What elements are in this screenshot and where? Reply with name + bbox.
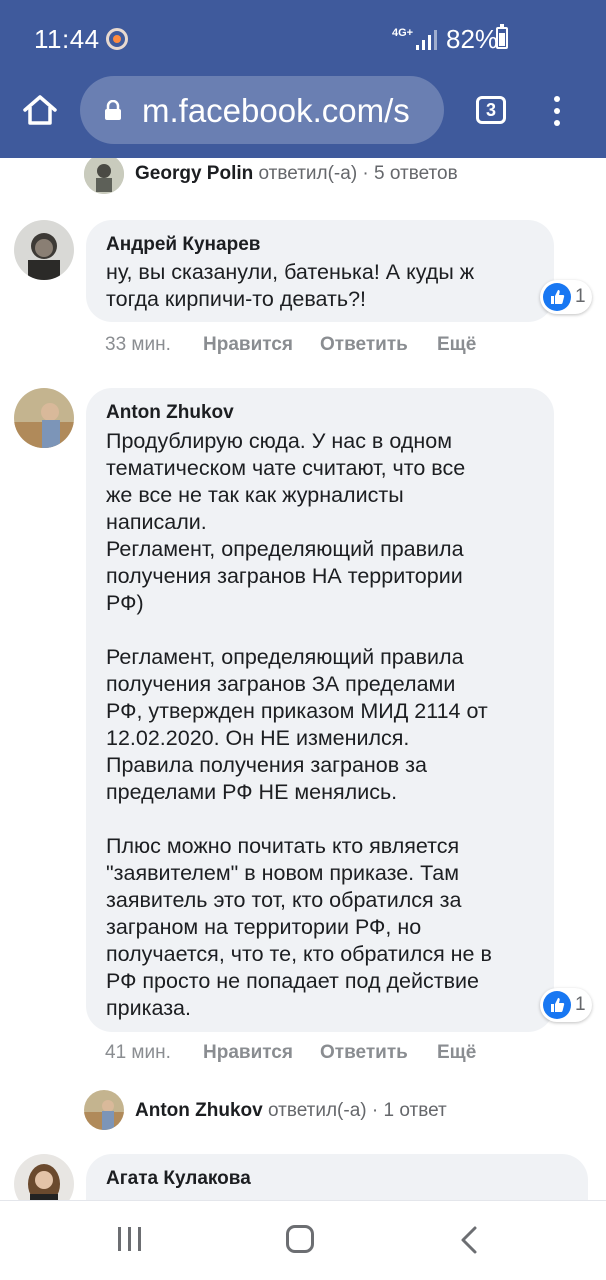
reply-count: · 5 ответов [357, 163, 458, 184]
reply-button[interactable]: Ответить [320, 334, 408, 356]
reaction-count: 1 [575, 286, 586, 307]
browser-top-bar: 11:44 4G+ 82% m.facebook.com/s 3 [0, 0, 606, 158]
home-icon[interactable] [22, 94, 58, 126]
comment-time[interactable]: 33 мин. [105, 334, 171, 356]
reply-author-name: Georgy Polin [135, 163, 254, 184]
comment-bubble: Андрей Кунарев ну, вы сказанули, батеньк… [86, 220, 554, 322]
reaction-badge[interactable]: 1 [540, 988, 592, 1022]
network-type: 4G+ [392, 27, 414, 39]
comment-author[interactable]: Anton Zhukov [106, 402, 234, 424]
battery-percentage: 82% [446, 24, 499, 54]
reply-summary[interactable]: Georgy Polin ответил(-а) · 5 ответов [135, 163, 458, 185]
reply-button[interactable]: Ответить [320, 1042, 408, 1064]
reply-summary[interactable]: Anton Zhukov ответил(-а) · 1 ответ [135, 1100, 447, 1122]
signal-icon [416, 30, 438, 50]
comment-text: Продублирую сюда. У нас в одном тематиче… [106, 429, 492, 1020]
url-text[interactable]: m.facebook.com/s [142, 92, 410, 130]
more-button[interactable]: Ещё [437, 334, 476, 356]
system-nav-bar [0, 1200, 606, 1280]
like-button[interactable]: Нравится [203, 334, 293, 356]
avatar[interactable] [84, 158, 124, 194]
comments-thread: Georgy Polin ответил(-а) · 5 ответов Анд… [0, 158, 606, 1200]
comment-time[interactable]: 41 мин. [105, 1042, 171, 1064]
more-button[interactable]: Ещё [437, 1042, 476, 1064]
home-button-icon[interactable] [286, 1225, 314, 1253]
cast-icon [106, 28, 128, 50]
comment-bubble: Anton Zhukov Продублирую сюда. У нас в о… [86, 388, 554, 1032]
like-icon [543, 991, 571, 1019]
comment-author[interactable]: Андрей Кунарев [106, 234, 260, 256]
avatar[interactable] [14, 388, 74, 448]
back-icon[interactable] [458, 1225, 480, 1255]
avatar[interactable] [14, 1154, 74, 1200]
status-bar: 11:44 4G+ 82% [0, 0, 606, 76]
reply-count: · 1 ответ [366, 1100, 447, 1121]
tabs-icon[interactable]: 3 [476, 96, 506, 124]
reaction-count: 1 [575, 994, 586, 1015]
avatar[interactable] [84, 1090, 124, 1130]
comment-bubble: Агата Кулакова [86, 1154, 588, 1200]
recent-apps-icon[interactable] [116, 1227, 144, 1251]
lock-icon [105, 100, 121, 120]
battery-icon [496, 24, 508, 49]
comment-text: ну, вы сказанули, батенька! А куды ж тог… [106, 260, 475, 311]
reply-action-label: ответил(-а) [253, 163, 358, 184]
comment-author[interactable]: Агата Кулакова [106, 1168, 251, 1190]
reply-action-label: ответил(-а) [262, 1100, 367, 1121]
more-vert-icon[interactable] [553, 96, 561, 126]
reply-author-name: Anton Zhukov [135, 1100, 263, 1121]
status-time: 11:44 [34, 24, 100, 54]
like-icon [543, 283, 571, 311]
avatar[interactable] [14, 220, 74, 280]
reaction-badge[interactable]: 1 [540, 280, 592, 314]
like-button[interactable]: Нравится [203, 1042, 293, 1064]
address-bar[interactable]: m.facebook.com/s [80, 76, 444, 144]
